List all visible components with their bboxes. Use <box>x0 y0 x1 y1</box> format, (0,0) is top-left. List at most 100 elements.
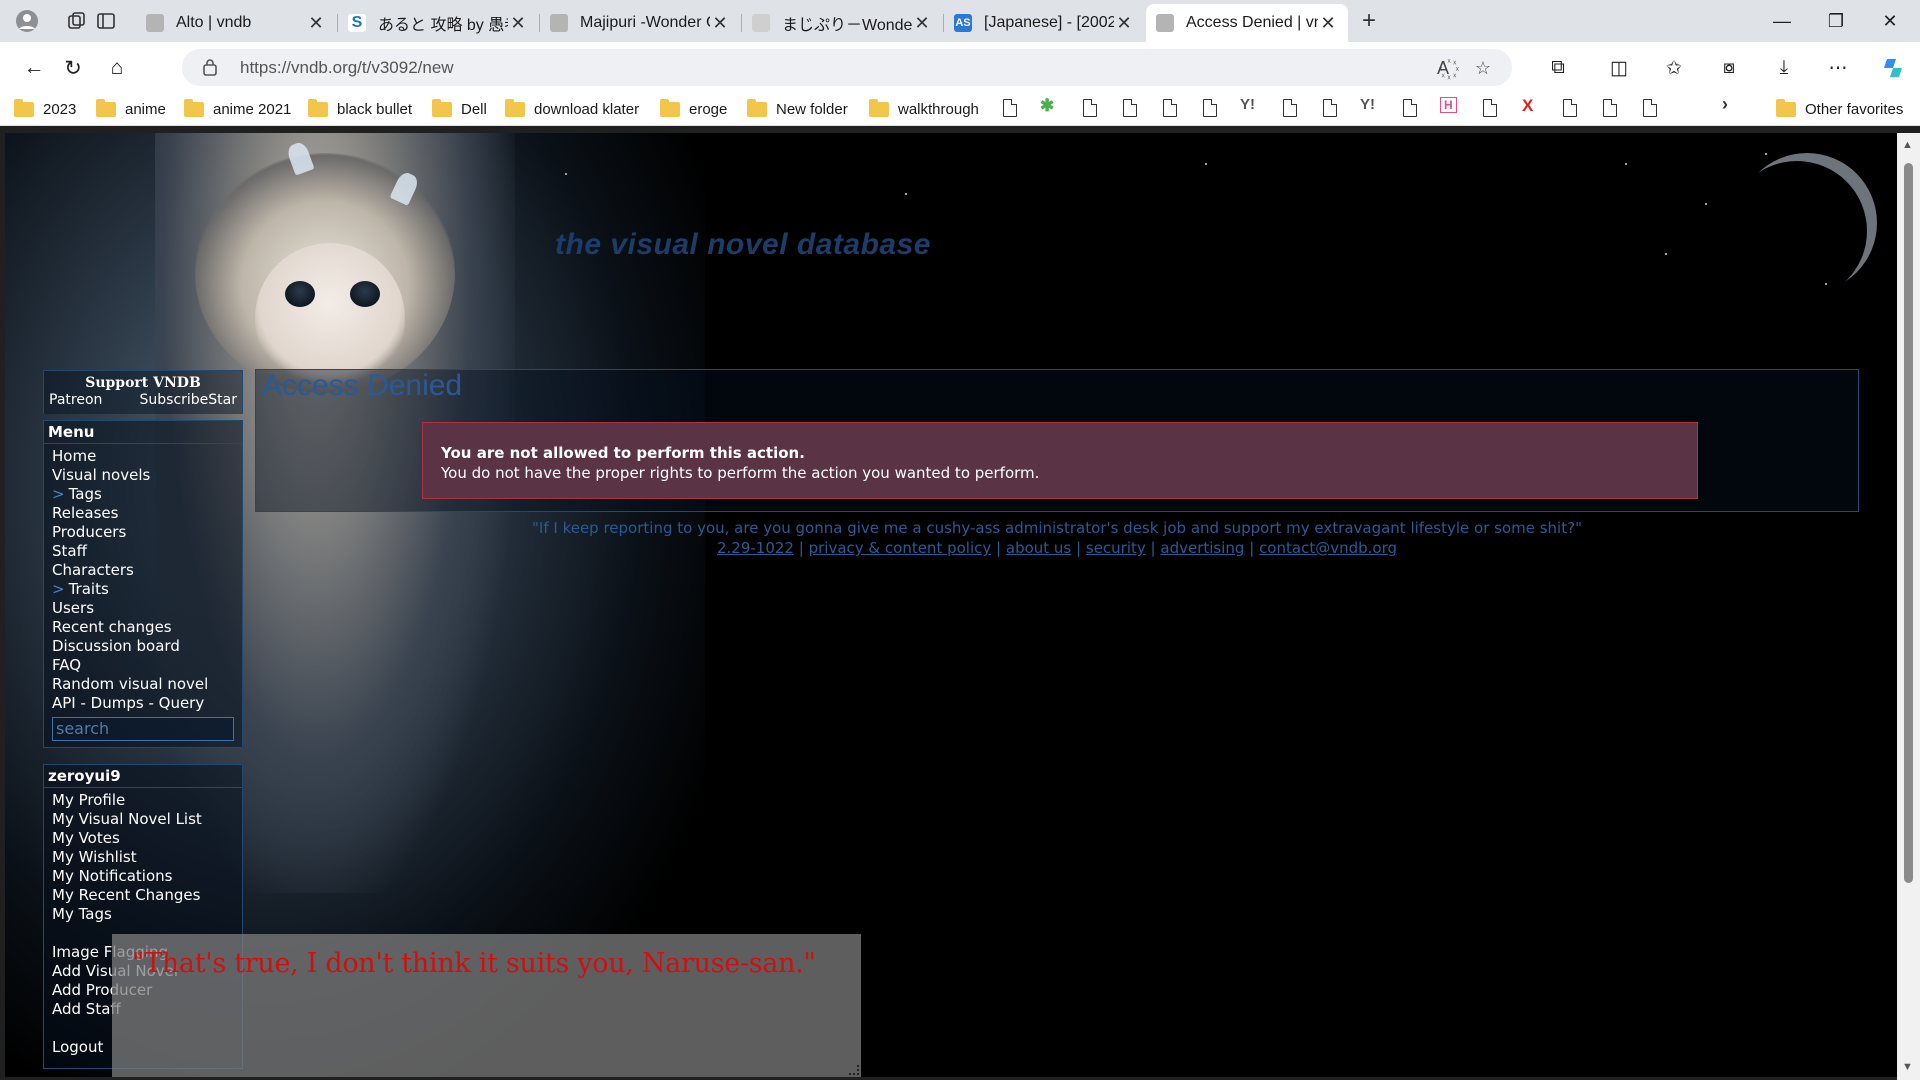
advertising-link[interactable]: advertising <box>1160 539 1244 557</box>
downloads-icon[interactable]: ⤓ <box>1769 54 1799 82</box>
tab-japanese[interactable]: AS [Japanese] - [2002][Triang ✕ <box>944 4 1144 42</box>
favorite-folder[interactable]: Dell <box>432 98 487 120</box>
security-link[interactable]: security <box>1086 539 1146 557</box>
profile-icon[interactable] <box>13 7 41 35</box>
menu-item-recent-changes[interactable]: Recent changes <box>44 618 242 637</box>
user-item-tags[interactable]: My Tags <box>44 905 242 924</box>
back-icon[interactable]: ← <box>18 52 50 84</box>
tab-majipuri[interactable]: Majipuri -Wonder Cradle- ✕ <box>540 4 740 42</box>
home-icon[interactable]: ⌂ <box>101 52 133 84</box>
version-link[interactable]: 2.29-1022 <box>717 539 794 557</box>
page-icon[interactable] <box>1643 99 1657 117</box>
menu-item-visual-novels[interactable]: Visual novels <box>44 466 242 485</box>
page-scrollbar[interactable]: ▲ ▼ <box>1897 133 1920 1080</box>
menu-item-home[interactable]: Home <box>44 447 242 466</box>
user-item-votes[interactable]: My Votes <box>44 829 242 848</box>
close-tab-icon[interactable]: ✕ <box>912 13 932 34</box>
more-menu-icon[interactable]: ⋯ <box>1823 54 1853 82</box>
page-icon[interactable] <box>1083 99 1097 117</box>
workspaces-icon[interactable] <box>63 7 91 35</box>
favorite-folder[interactable]: anime 2021 <box>184 98 291 120</box>
scroll-down-icon[interactable]: ▼ <box>1902 1061 1913 1073</box>
close-tab-icon[interactable]: ✕ <box>508 13 528 34</box>
user-item-profile[interactable]: My Profile <box>44 791 242 810</box>
close-tab-icon[interactable]: ✕ <box>1318 13 1338 34</box>
page-icon[interactable] <box>1403 99 1417 117</box>
tab-majipuri-jp[interactable]: まじぷり－Wonder Cradle－ ✕ <box>742 4 942 42</box>
favorite-folder[interactable]: download klater <box>505 98 639 120</box>
user-item-recent-changes[interactable]: My Recent Changes <box>44 886 242 905</box>
favorite-folder[interactable]: 2023 <box>14 98 76 120</box>
restore-icon[interactable]: ❐ <box>1816 6 1856 36</box>
url-text[interactable]: https://vndb.org/t/v3092/new <box>240 58 454 78</box>
copilot-icon[interactable] <box>1878 54 1908 82</box>
page-icon[interactable] <box>1283 99 1297 117</box>
collections-icon[interactable]: ⧇ <box>1714 54 1744 82</box>
page-icon[interactable] <box>1563 99 1577 117</box>
page-icon[interactable] <box>1003 99 1017 117</box>
other-favorites[interactable]: Other favorites <box>1776 98 1903 120</box>
new-tab-icon[interactable]: + <box>1355 7 1383 35</box>
tab-actions-icon[interactable] <box>92 7 120 35</box>
favorite-folder[interactable]: New folder <box>747 98 848 120</box>
user-item-wishlist[interactable]: My Wishlist <box>44 848 242 867</box>
subtitle-overlay[interactable]: "That's true, I don't think it suits you… <box>112 934 861 1077</box>
menu-item-random-vn[interactable]: Random visual novel <box>44 675 242 694</box>
menu-item-characters[interactable]: Characters <box>44 561 242 580</box>
page-icon[interactable] <box>1163 99 1177 117</box>
page-icon[interactable] <box>1203 99 1217 117</box>
favorite-star-icon[interactable]: ☆ <box>1470 56 1496 80</box>
user-item-notifications[interactable]: My Notifications <box>44 867 242 886</box>
user-item-vn-list[interactable]: My Visual Novel List <box>44 810 242 829</box>
scrollbar-thumb[interactable] <box>1904 163 1913 883</box>
menu-item-api[interactable]: API - Dumps - Query <box>44 694 242 713</box>
subscribestar-link[interactable]: SubscribeStar <box>140 392 238 408</box>
address-bar[interactable]: https://vndb.org/t/v3092/new A꙰ ☆ <box>182 49 1512 86</box>
read-aloud-icon[interactable]: A꙰ <box>1430 56 1456 80</box>
favorite-folder[interactable]: walkthrough <box>869 98 979 120</box>
tab-access-denied[interactable]: Access Denied | vndb ✕ <box>1146 4 1348 42</box>
chevron-right-icon[interactable]: › <box>1722 94 1728 115</box>
menu-item-discussion-board[interactable]: Discussion board <box>44 637 242 656</box>
privacy-link[interactable]: privacy & content policy <box>809 539 992 557</box>
favorite-folder[interactable]: black bullet <box>308 98 412 120</box>
contact-link[interactable]: contact@vndb.org <box>1259 539 1397 557</box>
about-link[interactable]: about us <box>1006 539 1071 557</box>
favorite-folder[interactable]: anime <box>96 98 166 120</box>
close-tab-icon[interactable]: ✕ <box>710 13 730 34</box>
username[interactable]: zeroyui9 <box>44 765 242 788</box>
refresh-icon[interactable]: ↻ <box>57 52 89 84</box>
favorite-folder[interactable]: eroge <box>660 98 727 120</box>
yahoo-icon[interactable]: Y! <box>1360 96 1375 113</box>
close-tab-icon[interactable]: ✕ <box>306 13 326 34</box>
page-icon[interactable] <box>1603 99 1617 117</box>
page-icon[interactable] <box>1123 99 1137 117</box>
tab-alto[interactable]: Alto | vndb ✕ <box>136 4 336 42</box>
close-tab-icon[interactable]: ✕ <box>1114 13 1134 34</box>
lock-icon[interactable] <box>202 58 218 76</box>
search-input[interactable]: search <box>52 717 234 741</box>
patreon-link[interactable]: Patreon <box>49 392 102 408</box>
menu-item-traits[interactable]: > Traits <box>44 580 242 599</box>
scroll-up-icon[interactable]: ▲ <box>1902 139 1913 151</box>
menu-item-staff[interactable]: Staff <box>44 542 242 561</box>
page-icon[interactable] <box>1323 99 1337 117</box>
menu-item-releases[interactable]: Releases <box>44 504 242 523</box>
menu-item-producers[interactable]: Producers <box>44 523 242 542</box>
yahoo-icon[interactable]: Y! <box>1240 96 1255 113</box>
resize-grip-icon[interactable] <box>849 1065 859 1075</box>
page-icon[interactable] <box>1483 99 1497 117</box>
close-window-icon[interactable]: ✕ <box>1870 6 1910 36</box>
favorites-icon[interactable]: ✩ <box>1659 54 1689 82</box>
menu-item-tags[interactable]: > Tags <box>44 485 242 504</box>
x-site-icon[interactable]: X <box>1522 96 1533 116</box>
split-screen-icon[interactable]: ◫ <box>1604 54 1634 82</box>
site-title[interactable]: the visual novel database <box>555 228 931 262</box>
minimize-icon[interactable]: — <box>1762 6 1802 36</box>
h-site-icon[interactable]: H <box>1440 97 1457 113</box>
menu-item-faq[interactable]: FAQ <box>44 656 242 675</box>
leaf-icon[interactable]: ✱ <box>1040 96 1054 116</box>
extensions-icon[interactable]: ⧉ <box>1543 54 1573 82</box>
menu-item-users[interactable]: Users <box>44 599 242 618</box>
tab-guide[interactable]: S あると 攻略 by 愚者の館 ✕ <box>338 4 538 42</box>
